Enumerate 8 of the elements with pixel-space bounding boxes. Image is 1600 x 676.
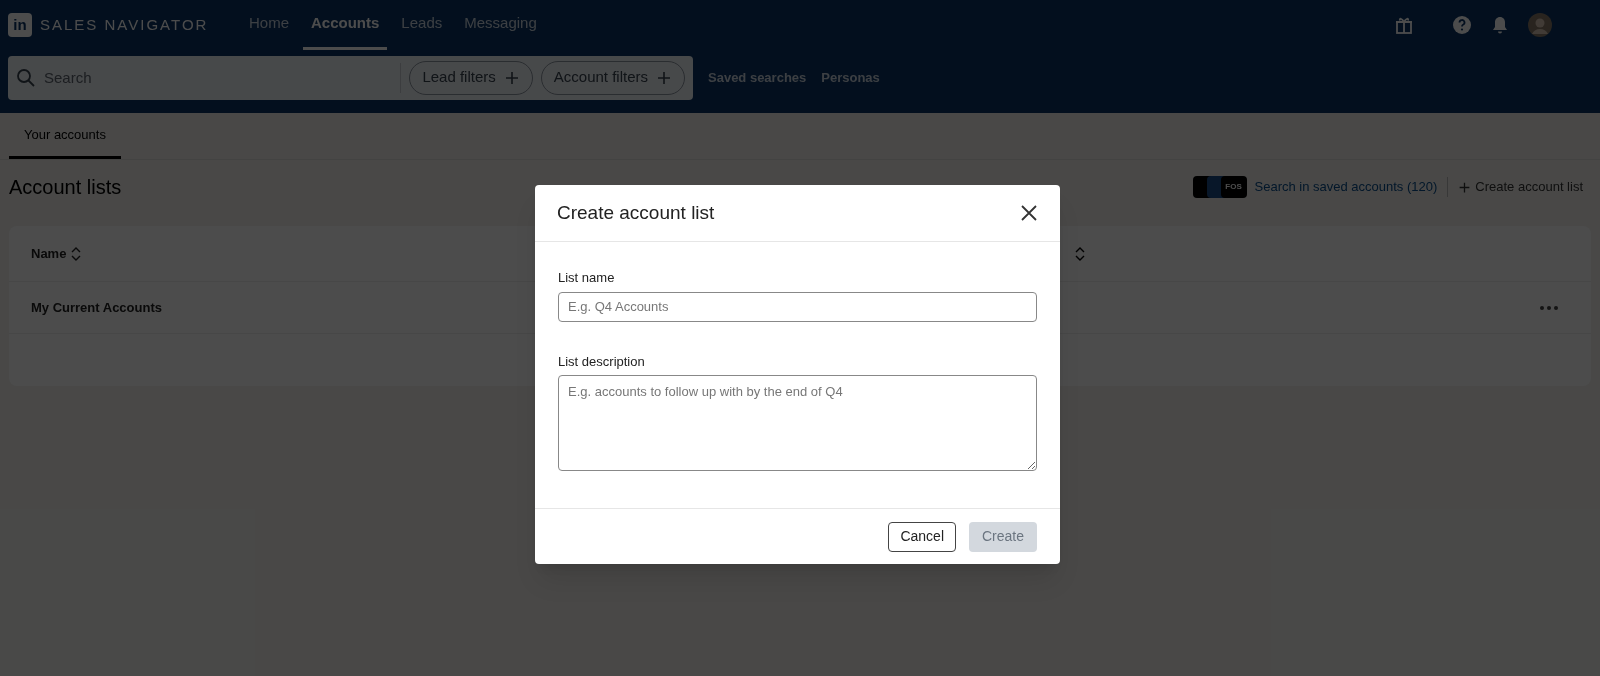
field-label: List name: [558, 269, 616, 287]
brand-name: SALES NAVIGATOR: [40, 14, 209, 35]
field-label: List description: [558, 352, 646, 371]
modal-title: Create account list: [557, 200, 715, 225]
input-field[interactable]: E.g. Q4 Accounts: [558, 291, 1037, 322]
text-area[interactable]: E.g. accounts to follow up with by the end of Q4: [558, 375, 1037, 471]
dialog-button[interactable]: Cancel: [888, 521, 956, 552]
page-title: Account lists: [9, 175, 122, 200]
